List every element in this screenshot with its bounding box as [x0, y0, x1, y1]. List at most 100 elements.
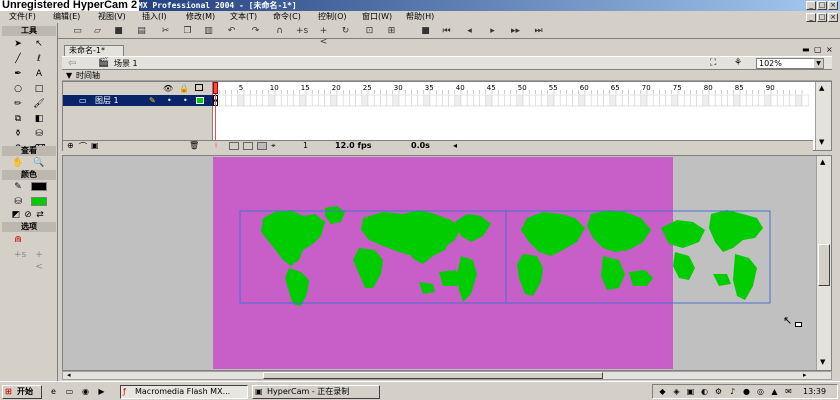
save-icon[interactable]: ■ — [113, 26, 124, 37]
ink-bottle-tool-icon[interactable]: ⚱ — [12, 128, 24, 140]
onion-skin-icon[interactable] — [229, 142, 239, 150]
timeline-vscroll[interactable]: ▲ ▼ — [815, 82, 831, 150]
straighten-icon[interactable]: +< — [318, 26, 329, 47]
menu-file[interactable]: 文件(F) — [9, 12, 36, 22]
tray-icon-5[interactable]: ⚙ — [713, 386, 724, 397]
zoom-select[interactable]: 102% ▼ — [756, 58, 824, 69]
delete-layer-icon[interactable]: 🗑 — [189, 141, 199, 150]
arrow-tool-icon[interactable]: ➤ — [12, 38, 24, 50]
tray-icon-1[interactable]: ◆ — [657, 386, 668, 397]
close-button[interactable]: × — [828, 1, 838, 10]
swap-colors-icon[interactable]: ⇄ — [34, 209, 46, 221]
scroll-down-icon[interactable]: ▼ — [819, 138, 824, 146]
step-forward-icon[interactable]: ▸▸ — [510, 26, 521, 37]
print-icon[interactable]: ▤ — [136, 26, 147, 37]
menu-commands[interactable]: 命令(C) — [273, 12, 301, 22]
scale-icon[interactable]: ⊡ — [364, 26, 375, 37]
doc-minimize-button[interactable]: _ — [806, 13, 816, 22]
insert-folder-icon[interactable]: ▣ — [91, 141, 99, 150]
open-icon[interactable]: ▱ — [92, 26, 103, 37]
eye-icon[interactable]: 👁 — [163, 84, 173, 93]
menu-view[interactable]: 视图(V) — [98, 12, 126, 22]
lasso-tool-icon[interactable]: ℓ — [33, 53, 45, 65]
tray-icon-2[interactable]: ◈ — [671, 386, 682, 397]
edit-symbol-icon[interactable]: ⚘ — [734, 58, 742, 68]
tray-icon-9[interactable]: ▲ — [769, 386, 780, 397]
copy-icon[interactable]: ❐ — [182, 26, 193, 37]
tray-icon-3[interactable]: ▣ — [685, 386, 696, 397]
zoom-tool-icon[interactable]: 🔍 — [33, 157, 45, 169]
rotate-icon[interactable]: ↻ — [340, 26, 351, 37]
tray-icon-10[interactable]: ✉ — [783, 386, 794, 397]
menu-edit[interactable]: 编辑(E) — [53, 12, 80, 22]
onion-outline-icon[interactable] — [243, 142, 253, 150]
document-tab[interactable]: 未命名-1* — [64, 45, 124, 56]
lock-icon[interactable]: 🔒 — [179, 84, 189, 93]
hscroll-thumb[interactable] — [263, 372, 603, 379]
layer-name[interactable]: 图层 1 — [95, 95, 119, 106]
cut-icon[interactable]: ✂ — [160, 26, 171, 37]
tray-icon-8[interactable]: ◎ — [755, 386, 766, 397]
center-frame-icon[interactable]: ⍿ — [215, 141, 217, 151]
text-tool-icon[interactable]: A — [33, 68, 45, 80]
maximize-button[interactable]: □ — [817, 1, 827, 10]
layer-lock-dot[interactable]: • — [183, 95, 188, 106]
default-colors-icon[interactable]: ◩ — [10, 209, 22, 221]
pen-tool-icon[interactable]: ✒ — [12, 68, 24, 80]
snap-magnet-icon[interactable]: ⋒ — [12, 234, 24, 246]
snap-icon[interactable]: ∩ — [274, 26, 285, 37]
timeline-header[interactable]: ▼ 时间轴 — [62, 70, 832, 81]
oval-tool-icon[interactable]: ○ — [12, 83, 24, 95]
hand-tool-icon[interactable]: ✋ — [12, 157, 24, 169]
smooth-option-icon[interactable]: +s — [14, 249, 26, 261]
layer-outline-color[interactable] — [196, 97, 204, 104]
new-file-icon[interactable]: ▭ — [72, 26, 83, 37]
panel-minimize-icon[interactable]: ▬ — [802, 45, 810, 54]
brush-tool-icon[interactable]: 🖌 — [33, 98, 45, 110]
collapse-triangle-icon[interactable]: ▼ — [66, 70, 72, 81]
paint-bucket-tool-icon[interactable]: ⛁ — [33, 128, 45, 140]
quicklaunch-ie-icon[interactable]: e — [48, 386, 59, 397]
onion-markers-icon[interactable]: ⌖ — [271, 141, 276, 151]
doc-close-button[interactable]: × — [828, 13, 838, 22]
rewind-icon[interactable]: ⏮ — [441, 26, 452, 37]
scroll-left-icon[interactable]: ◂ — [453, 141, 457, 150]
rectangle-tool-icon[interactable]: □ — [33, 83, 45, 95]
work-area[interactable]: ↖ ▲ ▼ — [62, 155, 832, 371]
stop-icon[interactable]: ■ — [420, 26, 431, 37]
no-color-icon[interactable]: ⊘ — [22, 209, 34, 221]
playhead[interactable] — [213, 82, 218, 94]
undo-icon[interactable]: ↶ — [226, 26, 237, 37]
menu-window[interactable]: 窗口(W) — [362, 12, 392, 22]
line-tool-icon[interactable]: ╱ — [12, 53, 24, 65]
menu-text[interactable]: 文本(T) — [230, 12, 257, 22]
scroll-down-icon[interactable]: ▼ — [820, 358, 825, 366]
outline-icon[interactable] — [195, 84, 203, 91]
fill-color-swatch[interactable] — [31, 197, 47, 206]
layer-visible-dot[interactable]: • — [167, 95, 172, 106]
panel-close-icon[interactable]: × — [826, 45, 833, 54]
panel-restore-icon[interactable]: ▢ — [814, 45, 822, 54]
doc-restore-button[interactable]: □ — [817, 13, 827, 22]
free-transform-tool-icon[interactable]: ⧉ — [12, 113, 24, 125]
pencil-tool-icon[interactable]: ✏ — [12, 98, 24, 110]
quicklaunch-desktop-icon[interactable]: ▭ — [64, 386, 75, 397]
task-hypercam[interactable]: ▣ HyperCam - 正在录制 — [252, 385, 380, 399]
fill-transform-tool-icon[interactable]: ◧ — [33, 113, 45, 125]
step-back-icon[interactable]: ◂ — [464, 26, 475, 37]
back-arrow-icon[interactable]: ⇦ — [68, 58, 76, 69]
menu-modify[interactable]: 修改(M) — [186, 12, 215, 22]
layer-row[interactable]: ▭ 图层 1 ✎ • • — [63, 95, 213, 106]
scroll-up-icon[interactable]: ▲ — [819, 84, 824, 92]
align-icon[interactable]: ⊞ — [386, 26, 397, 37]
edit-scene-icon[interactable]: ⛶ — [710, 58, 716, 68]
menu-help[interactable]: 帮助(H) — [406, 12, 434, 22]
vscroll-thumb[interactable] — [818, 244, 830, 286]
minimize-button[interactable]: _ — [806, 1, 816, 10]
quicklaunch-media-icon[interactable]: ▶ — [96, 386, 107, 397]
add-guide-icon[interactable]: ⌒ — [79, 141, 87, 152]
paste-icon[interactable]: ▥ — [203, 26, 214, 37]
tray-icon-7[interactable]: ● — [741, 386, 752, 397]
stroke-color-swatch[interactable] — [31, 182, 47, 191]
tray-icon-4[interactable]: ◐ — [699, 386, 710, 397]
